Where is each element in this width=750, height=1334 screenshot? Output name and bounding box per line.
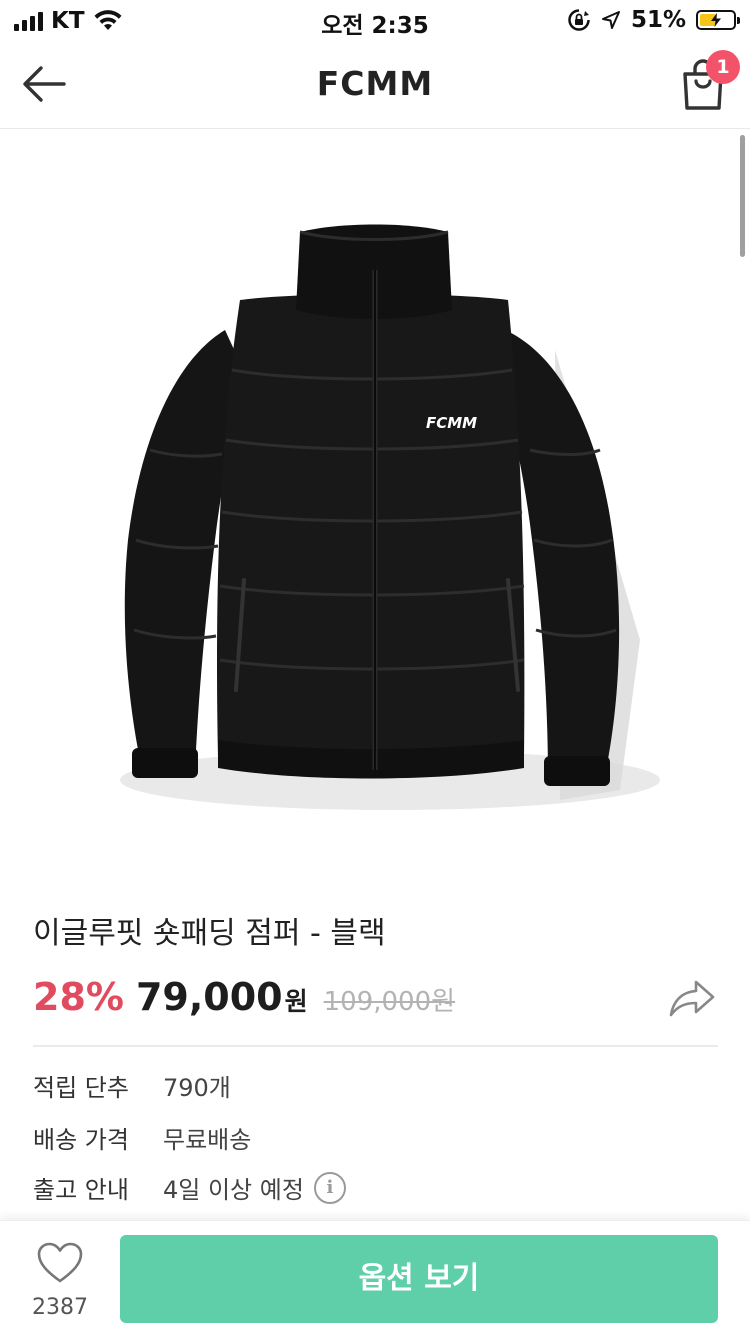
product-title: 이글루핏 숏패딩 점퍼 - 블랙 <box>33 916 386 951</box>
scrollbar[interactable] <box>740 135 745 257</box>
points-label: 적립 단추 <box>33 1074 129 1102</box>
nav-bar: FCMM 1 <box>0 40 750 129</box>
charging-bolt-icon <box>711 13 721 27</box>
info-icon[interactable]: i <box>313 1171 346 1204</box>
share-arrow-icon <box>669 980 715 1017</box>
currency-label: 원 <box>284 987 308 1016</box>
product-image[interactable]: FCMM <box>0 130 750 850</box>
location-icon <box>601 11 620 29</box>
heart-icon <box>37 1242 83 1283</box>
original-price: 109,000원 <box>323 987 456 1017</box>
info-row-shipping: 배송 가격 무료배송 <box>33 1120 251 1155</box>
cart-count-badge: 1 <box>706 50 740 84</box>
status-bar-right: 51% <box>567 7 740 33</box>
release-value: 4일 이상 예정 <box>163 1176 304 1204</box>
jacket-logo: FCMM <box>426 414 477 432</box>
arrow-left-icon <box>23 66 66 102</box>
cart-button[interactable]: 1 <box>674 50 740 112</box>
divider <box>33 1045 718 1047</box>
status-bar: KT 오전 2:35 51% <box>0 0 750 40</box>
price-row: 28% 79,000 원 109,000원 <box>33 975 455 1019</box>
view-options-button[interactable]: 옵션 보기 <box>120 1235 718 1323</box>
page-title: FCMM <box>316 64 434 103</box>
discount-rate: 28% <box>33 975 124 1019</box>
info-row-release: 출고 안내 4일 이상 예정 i <box>33 1170 346 1205</box>
shipping-label: 배송 가격 <box>33 1126 129 1154</box>
release-label: 출고 안내 <box>33 1176 129 1204</box>
jacket-illustration: FCMM <box>120 224 660 810</box>
battery-icon <box>696 10 740 30</box>
bottom-action-bar: 2387 옵션 보기 <box>0 1220 750 1334</box>
like-count: 2387 <box>32 1295 88 1320</box>
battery-percent: 51% <box>630 7 686 33</box>
shipping-value: 무료배송 <box>163 1126 252 1154</box>
rotation-lock-icon <box>568 9 590 31</box>
points-value: 790개 <box>163 1074 231 1102</box>
back-button[interactable] <box>18 60 70 108</box>
sale-price: 79,000 <box>135 975 283 1019</box>
info-row-points: 적립 단추 790개 <box>33 1068 231 1103</box>
like-button[interactable]: 2387 <box>20 1237 100 1323</box>
share-button[interactable] <box>668 978 720 1024</box>
